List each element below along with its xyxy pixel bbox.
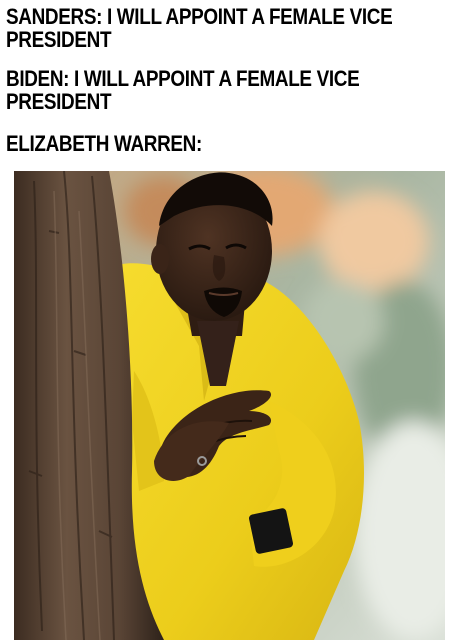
caption-sanders: SANDERS: I WILL APPOINT A FEMALE VICE PR… — [6, 4, 393, 52]
caption-biden: BIDEN: I WILL APPOINT A FEMALE VICE PRES… — [6, 66, 360, 114]
caption-warren: ELIZABETH WARREN: — [6, 131, 202, 156]
photo-illustration — [14, 171, 445, 640]
meme-photo — [14, 171, 445, 640]
meme-caption-area: SANDERS: I WILL APPOINT A FEMALE VICE PR… — [0, 0, 455, 170]
